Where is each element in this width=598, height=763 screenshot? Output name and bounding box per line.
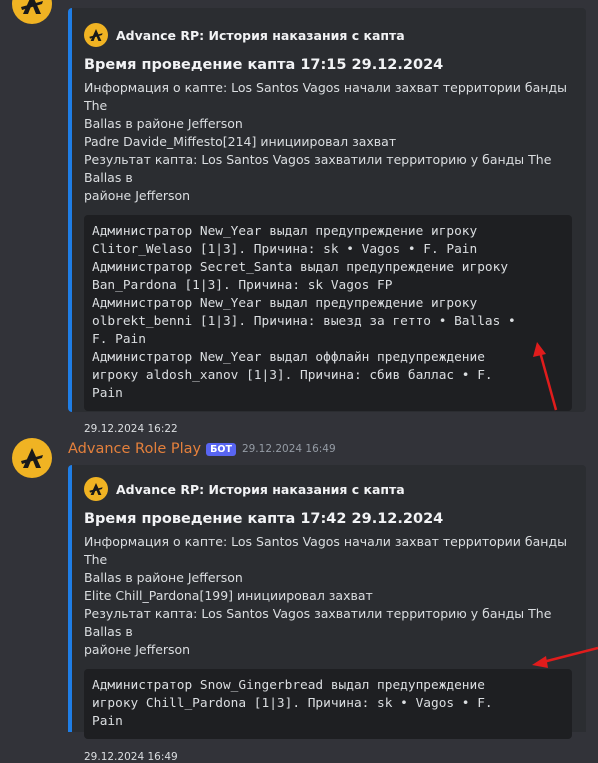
embed-title: Время проведение капта 17:15 29.12.2024 (84, 57, 444, 73)
code-block: Администратор Snow_Gingerbread выдал пре… (84, 669, 572, 739)
embed-card: Advance RP: История наказания с капта Вр… (68, 8, 586, 435)
username[interactable]: Advance Role Play (68, 441, 201, 457)
embed-card: Advance RP: История наказания с капта Вр… (68, 465, 586, 763)
embed-author: Advance RP: История наказания с капта (84, 477, 572, 501)
embed-author-name[interactable]: Advance RP: История наказания с капта (116, 482, 405, 497)
message-timestamp[interactable]: 29.12.2024 16:49 (242, 443, 336, 455)
embed-author-avatar (84, 23, 108, 47)
bot-avatar[interactable] (12, 438, 52, 478)
embed-footer-timestamp: 29.12.2024 16:49 (84, 751, 178, 763)
embed-author-name[interactable]: Advance RP: История наказания с капта (116, 28, 405, 43)
embed-author: Advance RP: История наказания с капта (84, 23, 572, 47)
message-header: Advance Role Play БОТ 29.12.2024 16:49 (68, 440, 336, 458)
bot-avatar[interactable] (12, 0, 52, 24)
advance-logo-icon (89, 29, 103, 41)
advance-logo-icon (21, 448, 43, 468)
embed-title: Время проведение капта 17:42 29.12.2024 (84, 511, 444, 527)
embed-author-avatar (84, 477, 108, 501)
advance-logo-icon (89, 483, 103, 495)
embed-footer-timestamp: 29.12.2024 16:22 (84, 423, 178, 435)
embed-description: Информация о капте: Los Santos Vagos нач… (84, 534, 567, 657)
code-block: Администратор New_Year выдал предупрежде… (84, 215, 572, 411)
bot-badge: БОТ (206, 442, 236, 456)
advance-logo-icon (21, 0, 43, 14)
embed-description: Информация о капте: Los Santos Vagos нач… (84, 80, 567, 203)
